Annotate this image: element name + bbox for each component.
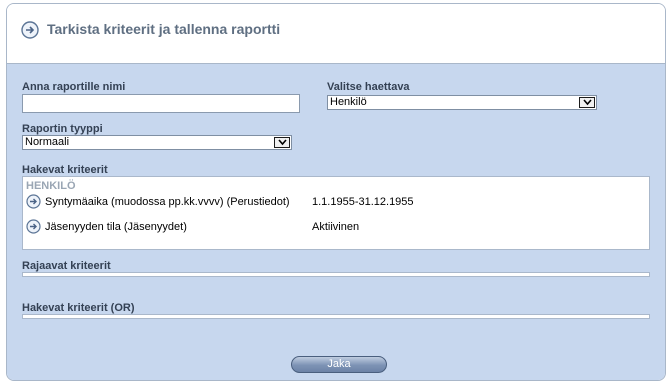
or-criteria-label: Hakevat kriteerit (OR) bbox=[22, 302, 135, 314]
arrow-circle-icon bbox=[21, 21, 39, 42]
arrow-circle-icon[interactable] bbox=[26, 194, 41, 212]
arrow-circle-icon[interactable] bbox=[26, 219, 41, 237]
chevron-down-icon[interactable] bbox=[579, 97, 595, 108]
report-name-input[interactable] bbox=[22, 94, 300, 113]
criteria-row[interactable]: Syntymäaika (muodossa pp.kk.vvvv) (Perus… bbox=[26, 194, 646, 210]
chevron-down-icon[interactable] bbox=[274, 137, 290, 148]
limiting-criteria-panel bbox=[22, 272, 650, 277]
criteria-name: Jäsenyyden tila (Jäsenyydet) bbox=[45, 221, 187, 233]
search-criteria-panel: HENKILÖ Syntymäaika (muodossa pp.kk.vvvv… bbox=[22, 176, 650, 250]
report-type-value: Normaali bbox=[25, 136, 70, 148]
criteria-group-title: HENKILÖ bbox=[26, 180, 76, 192]
criteria-name: Syntymäaika (muodossa pp.kk.vvvv) (Perus… bbox=[45, 196, 290, 208]
page-title: Tarkista kriteerit ja tallenna raportti bbox=[47, 21, 281, 37]
or-criteria-panel bbox=[22, 314, 650, 319]
search-criteria-label: Hakevat kriteerit bbox=[22, 164, 108, 176]
criteria-row[interactable]: Jäsenyyden tila (Jäsenyydet) Aktiivinen bbox=[26, 219, 646, 235]
target-label: Valitse haettava bbox=[327, 81, 410, 93]
target-select-value: Henkilö bbox=[330, 96, 367, 108]
criteria-value: Aktiivinen bbox=[312, 221, 360, 233]
name-label: Anna raportille nimi bbox=[22, 81, 126, 93]
header: Tarkista kriteerit ja tallenna raportti bbox=[7, 4, 665, 64]
type-label: Raportin tyyppi bbox=[22, 123, 103, 135]
report-frame: Tarkista kriteerit ja tallenna raportti … bbox=[6, 3, 666, 381]
criteria-value: 1.1.1955-31.12.1955 bbox=[312, 196, 414, 208]
share-button[interactable]: Jaka bbox=[291, 356, 387, 373]
report-type-select[interactable]: Normaali bbox=[22, 135, 292, 150]
limiting-criteria-label: Rajaavat kriteerit bbox=[22, 260, 111, 272]
target-select[interactable]: Henkilö bbox=[327, 95, 597, 110]
form-area: Anna raportille nimi Valitse haettava He… bbox=[7, 64, 665, 380]
